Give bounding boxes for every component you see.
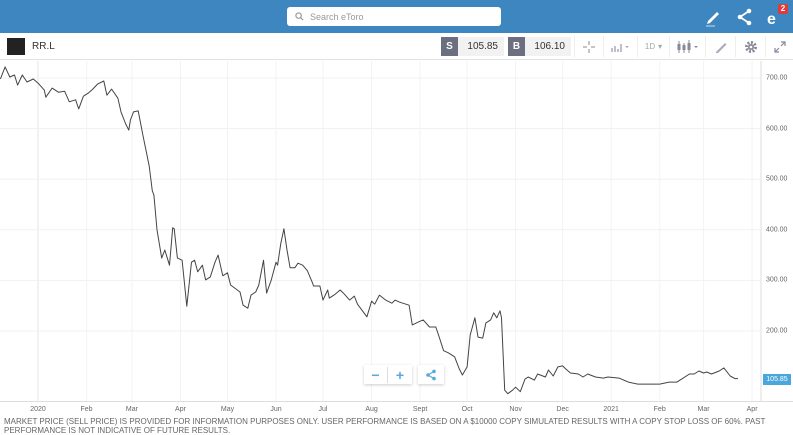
crosshair-button[interactable] xyxy=(574,36,602,57)
sell-button[interactable]: S xyxy=(441,37,458,56)
chart-controls: − + xyxy=(364,365,444,384)
settings-button[interactable] xyxy=(735,36,765,57)
current-price-tag: 105.85 xyxy=(763,374,791,385)
x-tick-label: 2021 xyxy=(603,406,619,413)
chart-type-icon xyxy=(610,43,629,52)
instrument-symbol: RR.L xyxy=(32,41,55,52)
chart-toolbar: RR.L S 105.85 B 106.10 1D ▾ xyxy=(0,33,793,60)
x-tick-label: Nov xyxy=(509,406,522,413)
crosshair-icon xyxy=(582,40,595,53)
svg-text:e: e xyxy=(767,11,776,27)
x-tick-label: Jul xyxy=(318,406,328,413)
x-tick-label: Mar xyxy=(697,406,710,413)
y-tick-label: 200.00 xyxy=(766,327,788,335)
settings-icon xyxy=(744,40,757,53)
y-tick-label: 500.00 xyxy=(766,175,788,183)
price-chart[interactable] xyxy=(0,61,793,401)
chevron-down-icon: ▾ xyxy=(658,42,663,51)
timeframe-value: 1D xyxy=(644,42,656,51)
y-tick-label: 600.00 xyxy=(766,125,788,133)
search-placeholder: Search eToro xyxy=(310,11,364,22)
x-tick-label: Dec xyxy=(556,406,569,413)
x-tick-label: Aug xyxy=(365,406,378,413)
zoom-in-button[interactable]: + xyxy=(388,367,412,383)
x-tick-label: Sept xyxy=(412,406,428,413)
fullscreen-icon xyxy=(773,40,786,53)
share-icon[interactable] xyxy=(735,7,755,27)
search-icon xyxy=(295,12,304,21)
x-axis: 2020 Feb Mar Apr May Jun Jul Aug Sept Oct Nov Dec 20… xyxy=(0,401,793,418)
edit-icon[interactable] xyxy=(703,7,723,27)
fullscreen-button[interactable] xyxy=(765,36,793,57)
x-tick-label: Jun xyxy=(270,406,282,413)
y-tick-label: 300.00 xyxy=(766,276,788,284)
buy-button[interactable]: B xyxy=(508,37,525,56)
zoom-out-button[interactable]: − xyxy=(364,366,388,383)
disclaimer: MARKET PRICE (SELL PRICE) IS PROVIDED FO… xyxy=(4,417,766,435)
y-tick-label: 400.00 xyxy=(766,226,788,234)
zoom-group: − + xyxy=(364,365,412,384)
x-tick-label: Apr xyxy=(746,406,758,413)
sell-price: 105.85 xyxy=(458,37,504,56)
buy-price: 106.10 xyxy=(525,37,571,56)
search-input[interactable]: Search eToro xyxy=(287,7,501,26)
chart-type-button[interactable] xyxy=(603,36,637,57)
draw-icon xyxy=(715,42,726,53)
timeframe-dropdown[interactable]: 1D ▾ xyxy=(637,36,669,57)
candles-icon xyxy=(677,39,698,53)
x-tick-label: Apr xyxy=(175,406,186,413)
price-line xyxy=(0,66,738,395)
x-tick-label: Feb xyxy=(653,406,666,413)
notification-badge: 2 xyxy=(778,4,788,14)
instrument-logo xyxy=(7,38,25,55)
x-tick-label: May xyxy=(220,406,235,413)
candles-button[interactable] xyxy=(669,36,705,57)
x-tick-label: Oct xyxy=(461,406,473,413)
share-icon xyxy=(426,369,436,380)
x-tick-label: Mar xyxy=(125,406,138,413)
x-tick-label: Feb xyxy=(80,406,93,413)
y-tick-label: 700.00 xyxy=(766,74,788,82)
share-chart-button[interactable] xyxy=(418,365,444,384)
draw-button[interactable] xyxy=(705,36,735,57)
x-tick-label: 2020 xyxy=(30,406,46,413)
top-bar: Search eToro e 2 xyxy=(0,0,793,33)
